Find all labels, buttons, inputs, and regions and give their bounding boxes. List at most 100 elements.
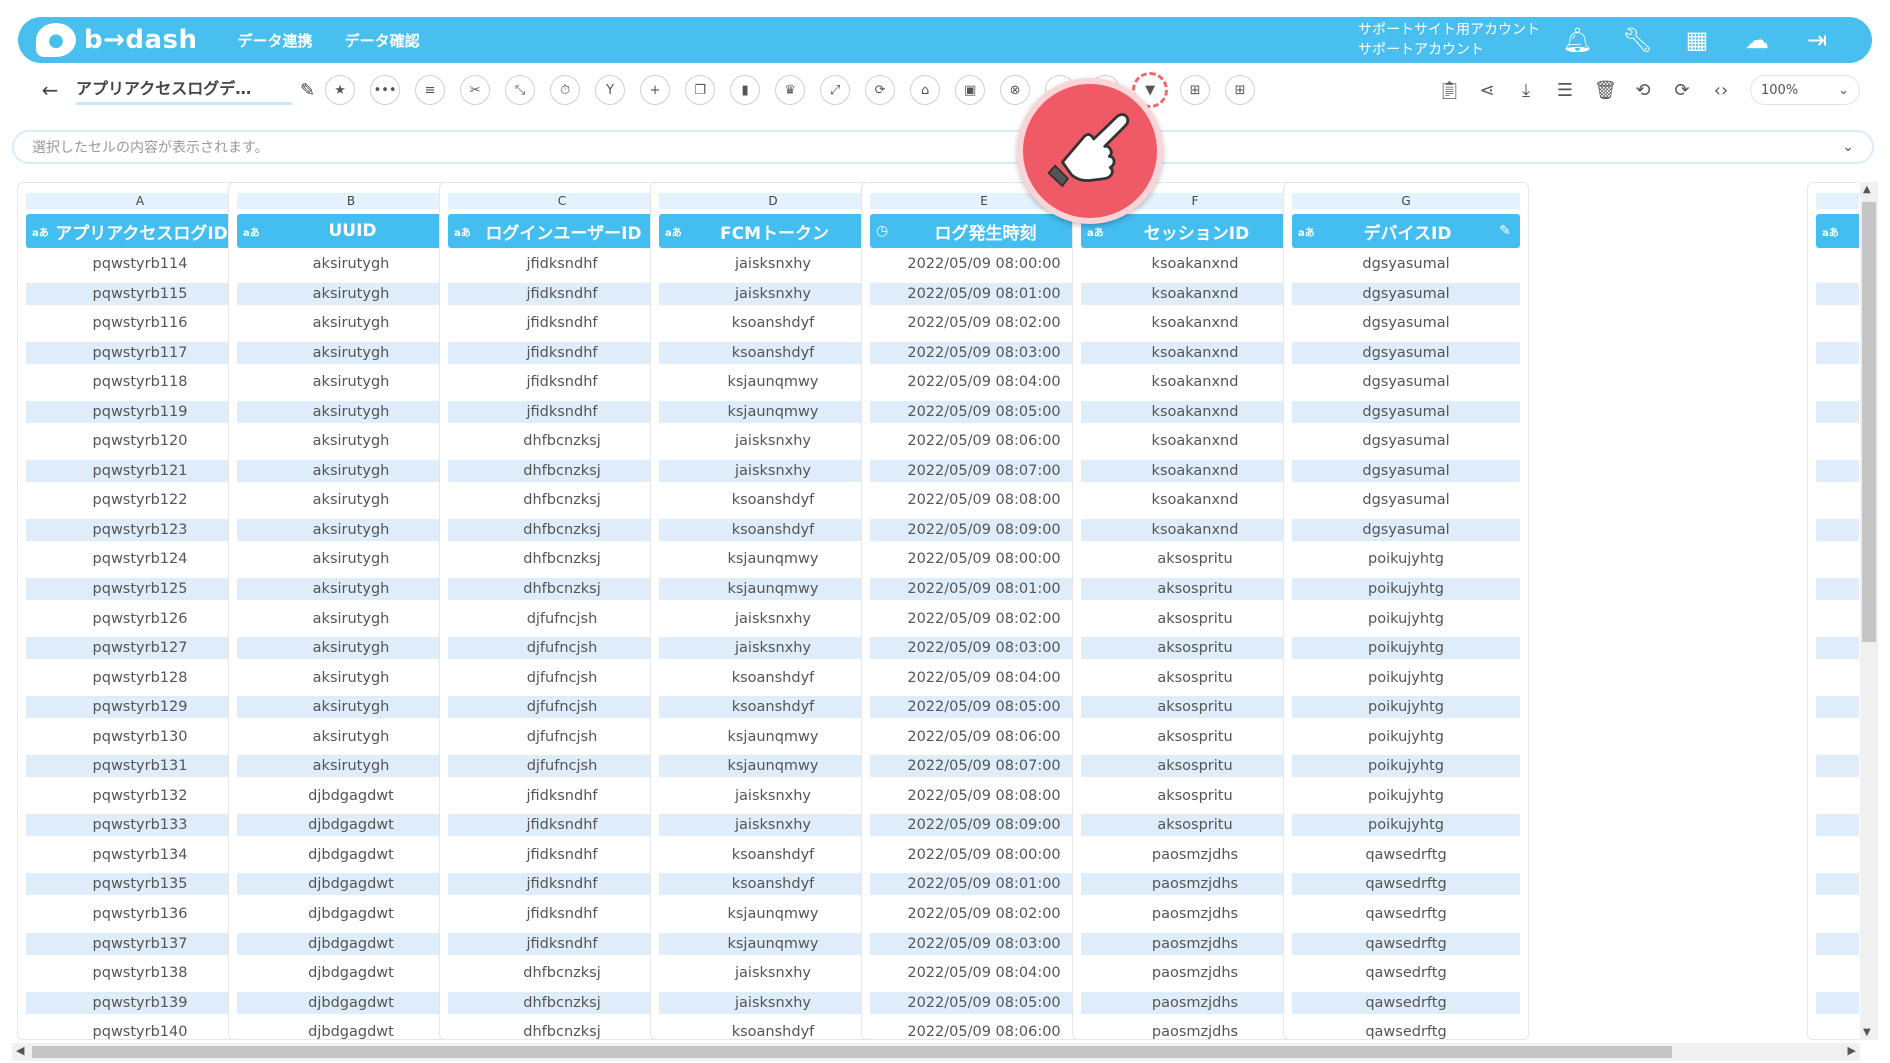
- column-header[interactable]: aあFCMトークン✎: [659, 214, 887, 248]
- table-cell[interactable]: poikujyhtg: [1292, 726, 1520, 748]
- table-cell[interactable]: [1816, 371, 1859, 393]
- table-cell[interactable]: jfidksndhf: [448, 785, 676, 807]
- table-cell[interactable]: [1816, 667, 1859, 689]
- table-cell[interactable]: [1816, 785, 1859, 807]
- code-icon[interactable]: ‹›: [1711, 80, 1731, 101]
- table-cell[interactable]: 2022/05/09 08:04:00: [870, 371, 1098, 393]
- expand-icon[interactable]: ⤢: [820, 75, 851, 105]
- table-cell[interactable]: aksirutygh: [237, 371, 465, 393]
- vertical-scroll-thumb[interactable]: [1862, 202, 1876, 642]
- pivot-icon[interactable]: ⊞: [1180, 75, 1211, 105]
- table-cell[interactable]: 2022/05/09 08:09:00: [870, 814, 1098, 837]
- table-cell[interactable]: ksoakanxnd: [1081, 400, 1309, 423]
- bell-icon[interactable]: 🔔︎: [1562, 26, 1592, 54]
- table-cell[interactable]: qawsedrftg: [1292, 932, 1520, 955]
- table-cell[interactable]: pqwstyrb126: [26, 608, 254, 630]
- table-cell[interactable]: djbdgagdwt: [237, 1021, 465, 1039]
- table-cell[interactable]: pqwstyrb129: [26, 696, 254, 719]
- table-cell[interactable]: dgsyasumal: [1292, 312, 1520, 334]
- table-cell[interactable]: dgsyasumal: [1292, 253, 1520, 275]
- table-cell[interactable]: ksoanshdyf: [659, 873, 887, 896]
- table-cell[interactable]: jfidksndhf: [448, 371, 676, 393]
- table-cell[interactable]: dgsyasumal: [1292, 489, 1520, 511]
- table-cell[interactable]: jaisksnxhy: [659, 962, 887, 984]
- table-cell[interactable]: [1816, 962, 1859, 984]
- table-cell[interactable]: 2022/05/09 08:00:00: [870, 253, 1098, 275]
- column-letter[interactable]: B: [237, 193, 465, 209]
- table-cell[interactable]: ksoakanxnd: [1081, 371, 1309, 393]
- table-cell[interactable]: [1816, 459, 1859, 482]
- table-cell[interactable]: pqwstyrb114: [26, 253, 254, 275]
- table-cell[interactable]: 2022/05/09 08:05:00: [870, 696, 1098, 719]
- table-cell[interactable]: dgsyasumal: [1292, 371, 1520, 393]
- table-cell[interactable]: jaisksnxhy: [659, 459, 887, 482]
- refresh-doc-icon[interactable]: ⟳: [1672, 80, 1692, 101]
- table-cell[interactable]: djbdgagdwt: [237, 873, 465, 896]
- crown-icon[interactable]: ♛: [775, 75, 806, 105]
- table-cell[interactable]: dhfbcnzksj: [448, 548, 676, 570]
- table-cell[interactable]: ksoanshdyf: [659, 667, 887, 689]
- table-cell[interactable]: 2022/05/09 08:09:00: [870, 518, 1098, 541]
- table-cell[interactable]: [1816, 341, 1859, 364]
- table-cell[interactable]: 2022/05/09 08:07:00: [870, 755, 1098, 778]
- table-cell[interactable]: jaisksnxhy: [659, 608, 887, 630]
- scroll-left-arrow-icon[interactable]: ◀: [16, 1044, 24, 1057]
- table-cell[interactable]: [1816, 253, 1859, 275]
- table-cell[interactable]: [1816, 518, 1859, 541]
- table-cell[interactable]: djbdgagdwt: [237, 844, 465, 866]
- table-cell[interactable]: pqwstyrb131: [26, 755, 254, 778]
- column-letter[interactable]: G: [1292, 193, 1520, 209]
- wrench-icon[interactable]: 🔧︎: [1622, 26, 1652, 54]
- column-header[interactable]: aあログインユーザーID✎: [448, 214, 676, 248]
- column-header[interactable]: aあUUID✎: [237, 214, 465, 248]
- table-cell[interactable]: aksirutygh: [237, 459, 465, 482]
- chevron-down-icon[interactable]: ⌄: [1842, 139, 1854, 155]
- table-cell[interactable]: paosmzjdhs: [1081, 873, 1309, 896]
- table-cell[interactable]: aksirutygh: [237, 341, 465, 364]
- merge-icon[interactable]: Y: [595, 75, 626, 105]
- table-cell[interactable]: jaisksnxhy: [659, 814, 887, 837]
- table-cell[interactable]: paosmzjdhs: [1081, 903, 1309, 925]
- table-cell[interactable]: pqwstyrb138: [26, 962, 254, 984]
- table-cell[interactable]: ksjaunqmwy: [659, 932, 887, 955]
- table-cell[interactable]: djbdgagdwt: [237, 962, 465, 984]
- scroll-up-arrow-icon[interactable]: ▲: [1863, 184, 1871, 195]
- table-grid-icon[interactable]: ⊞: [1225, 75, 1256, 105]
- table-cell[interactable]: dgsyasumal: [1292, 430, 1520, 452]
- table-cell[interactable]: jfidksndhf: [448, 932, 676, 955]
- table-cell[interactable]: pqwstyrb133: [26, 814, 254, 837]
- repeat-icon[interactable]: ⟳: [865, 75, 896, 105]
- table-cell[interactable]: aksospritu: [1081, 578, 1309, 601]
- table-cell[interactable]: pqwstyrb134: [26, 844, 254, 866]
- table-cell[interactable]: pqwstyrb118: [26, 371, 254, 393]
- table-cell[interactable]: dhfbcnzksj: [448, 430, 676, 452]
- table-cell[interactable]: pqwstyrb137: [26, 932, 254, 955]
- table-cell[interactable]: [1816, 726, 1859, 748]
- favorite-star-icon[interactable]: ★: [325, 75, 356, 105]
- copy-icon[interactable]: ❐: [685, 75, 716, 105]
- horizontal-scroll-thumb[interactable]: [32, 1046, 1672, 1058]
- table-cell[interactable]: aksospritu: [1081, 667, 1309, 689]
- shrink-icon[interactable]: ⤡: [505, 75, 536, 105]
- table-cell[interactable]: jfidksndhf: [448, 253, 676, 275]
- table-cell[interactable]: poikujyhtg: [1292, 637, 1520, 660]
- table-cell[interactable]: 2022/05/09 08:04:00: [870, 962, 1098, 984]
- table-cell[interactable]: 2022/05/09 08:05:00: [870, 991, 1098, 1014]
- back-arrow-icon[interactable]: ←: [38, 78, 62, 102]
- history-icon[interactable]: ⟲: [1633, 80, 1653, 101]
- support-chat-icon[interactable]: ☁: [1742, 26, 1772, 54]
- table-cell[interactable]: ksoakanxnd: [1081, 518, 1309, 541]
- column-letter[interactable]: [1816, 193, 1859, 209]
- nav-data-integration[interactable]: データ連携: [238, 30, 313, 51]
- clipboard-icon[interactable]: 📋︎: [1438, 80, 1461, 101]
- table-cell[interactable]: ksjaunqmwy: [659, 548, 887, 570]
- table-cell[interactable]: djfufncjsh: [448, 637, 676, 660]
- cell-content-bar[interactable]: 選択したセルの内容が表示されます。 ⌄: [12, 130, 1874, 164]
- table-cell[interactable]: 2022/05/09 08:02:00: [870, 903, 1098, 925]
- table-cell[interactable]: jfidksndhf: [448, 400, 676, 423]
- table-cell[interactable]: paosmzjdhs: [1081, 844, 1309, 866]
- delete-icon[interactable]: 🗑︎: [1594, 80, 1617, 101]
- table-cell[interactable]: jaisksnxhy: [659, 430, 887, 452]
- table-cell[interactable]: [1816, 637, 1859, 660]
- table-cell[interactable]: poikujyhtg: [1292, 785, 1520, 807]
